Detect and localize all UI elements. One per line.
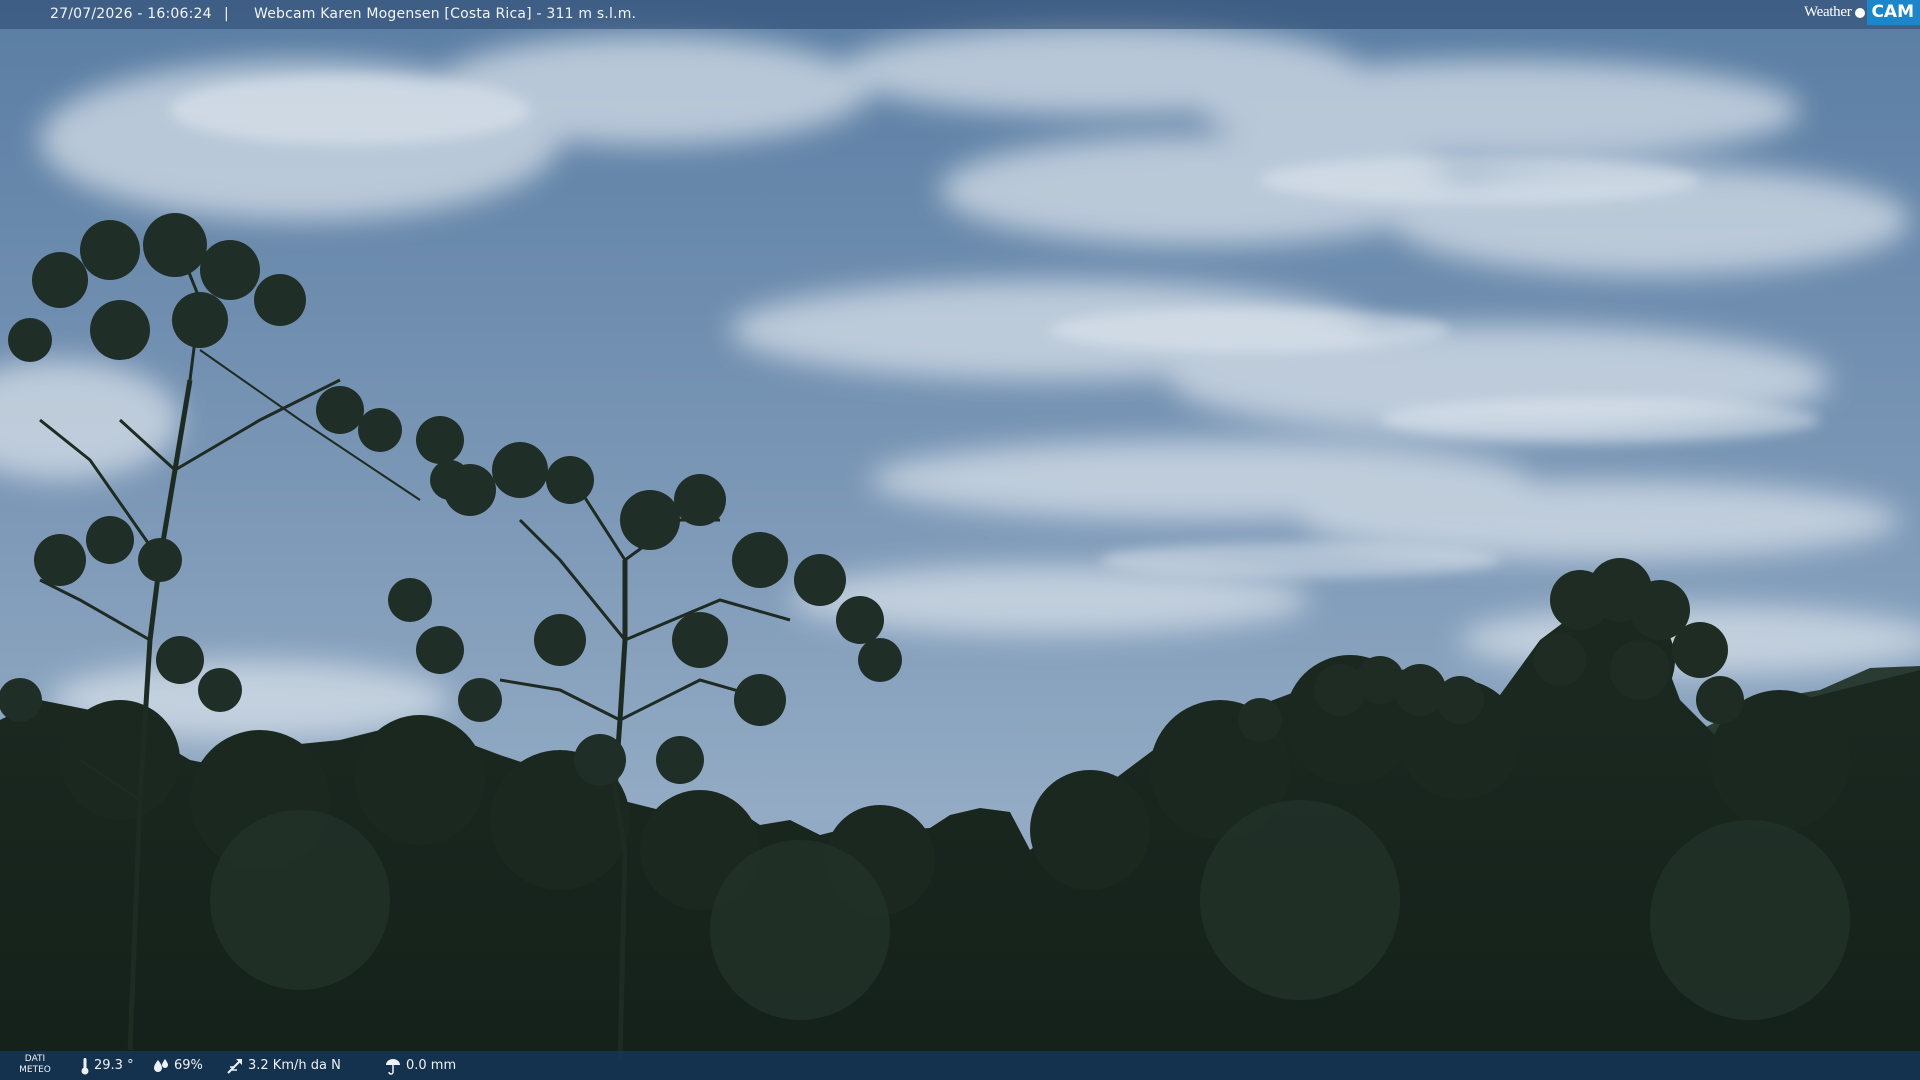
webcam-scene <box>0 0 1920 1080</box>
thermometer-icon <box>81 1057 89 1074</box>
temperature-readout: 29.3 ° <box>80 1051 134 1080</box>
wind-value: 3.2 Km/h da N <box>248 1058 341 1073</box>
wind-readout: 3.2 Km/h da N <box>226 1051 341 1080</box>
webcam-header-bar: 27/07/2026 - 16:06:24 | Webcam Karen Mog… <box>0 0 1920 29</box>
webcam-frame: 27/07/2026 - 16:06:24 | Webcam Karen Mog… <box>0 0 1920 1080</box>
rain-value: 0.0 mm <box>406 1058 457 1073</box>
dati-meteo-label: DATI METEO <box>19 1054 51 1075</box>
humidity-readout: 69% <box>152 1051 203 1080</box>
webcam-title: Webcam Karen Mogensen [Costa Rica] - 311… <box>254 6 637 22</box>
logo-weather-text: Weather <box>1803 4 1852 20</box>
timestamp: 27/07/2026 - 16:06:24 <box>50 6 212 22</box>
header-separator: | <box>224 6 229 22</box>
rain-gauge-icon <box>386 1058 400 1075</box>
rain-readout: 0.0 mm <box>384 1051 456 1080</box>
humidity-value: 69% <box>174 1058 203 1073</box>
logo-cam-text: CAM <box>1867 0 1920 25</box>
humidity-drop-icon <box>154 1058 168 1072</box>
wind-icon <box>227 1058 242 1074</box>
logo-dot-icon <box>1855 7 1866 18</box>
weathercam-logo[interactable]: Weather CAM <box>1800 0 1920 25</box>
weather-data-bar: DATI METEO 29.3 ° 69% 3.2 Km/h da N 0.0 … <box>0 1051 1920 1080</box>
temperature-value: 29.3 ° <box>94 1058 134 1073</box>
